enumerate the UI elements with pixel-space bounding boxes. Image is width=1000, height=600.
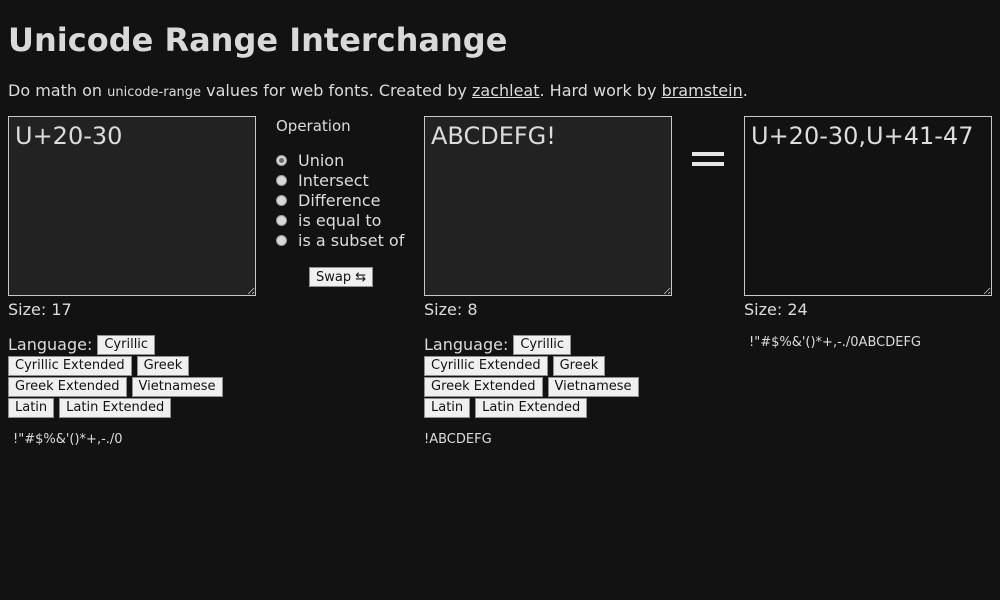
helper-link[interactable]: bramstein: [662, 81, 743, 100]
creator-link[interactable]: zachleat: [472, 81, 540, 100]
equal-label: is equal to: [298, 210, 382, 230]
intro-text: Do math on unicode-range values for web …: [8, 80, 748, 104]
intersect-label: Intersect: [298, 170, 369, 190]
intro-mid2: . Hard work by: [539, 81, 662, 100]
right-chars-preview: !ABCDEFG: [424, 432, 492, 447]
right-language-group: Language: Cyrillic Cyrillic Extended Gre…: [424, 334, 664, 418]
right-range-input[interactable]: ABCDEFG!: [424, 116, 672, 296]
result-chars-preview: !"#$%&'()*+,-./0ABCDEFG: [749, 335, 921, 350]
subset-label: is a subset of: [298, 230, 405, 250]
operation-group: Operation Union Intersect Difference is …: [276, 116, 416, 250]
right-lang-latin-extended-button[interactable]: Latin Extended: [475, 397, 588, 418]
intro-suffix: .: [742, 81, 748, 100]
right-lang-cyrillic-button[interactable]: Cyrillic: [513, 334, 572, 355]
right-size-label: Size: 8: [424, 300, 478, 319]
union-radio[interactable]: [276, 154, 287, 166]
equal-radio[interactable]: [276, 214, 287, 226]
left-range-input[interactable]: U+20-30: [8, 116, 256, 296]
equals-icon: [692, 152, 724, 172]
intersect-radio[interactable]: [276, 174, 287, 186]
left-lang-cyrillic-button[interactable]: Cyrillic: [97, 334, 156, 355]
difference-label: Difference: [298, 190, 381, 210]
left-language-label: Language:: [8, 335, 93, 354]
left-lang-latin-extended-button[interactable]: Latin Extended: [59, 397, 172, 418]
result-size-label: Size: 24: [744, 300, 808, 319]
swap-button[interactable]: Swap ⇆: [309, 267, 374, 287]
left-lang-greek-button[interactable]: Greek: [136, 355, 190, 376]
page-title: Unicode Range Interchange: [8, 21, 508, 59]
operation-option-equal[interactable]: is equal to: [276, 210, 416, 230]
right-lang-greek-button[interactable]: Greek: [552, 355, 606, 376]
left-lang-greek-extended-button[interactable]: Greek Extended: [8, 376, 127, 397]
operation-option-intersect[interactable]: Intersect: [276, 170, 416, 190]
operation-option-difference[interactable]: Difference: [276, 190, 416, 210]
left-lang-latin-button[interactable]: Latin: [8, 397, 55, 418]
operation-legend: Operation: [276, 117, 351, 135]
subset-radio[interactable]: [276, 234, 287, 246]
right-lang-latin-button[interactable]: Latin: [424, 397, 471, 418]
operation-option-union[interactable]: Union: [276, 150, 416, 170]
operation-option-subset[interactable]: is a subset of: [276, 230, 416, 250]
right-lang-greek-extended-button[interactable]: Greek Extended: [424, 376, 543, 397]
left-lang-vietnamese-button[interactable]: Vietnamese: [131, 376, 223, 397]
intro-code-word: unicode-range: [107, 85, 202, 100]
difference-radio[interactable]: [276, 194, 287, 206]
result-range-output[interactable]: U+20-30,U+41-47: [744, 116, 992, 296]
intro-prefix: Do math on: [8, 81, 108, 100]
page: Unicode Range Interchange Do math on uni…: [0, 0, 1000, 600]
right-lang-vietnamese-button[interactable]: Vietnamese: [547, 376, 639, 397]
intro-middle: values for web fonts. Created by: [201, 81, 472, 100]
union-label: Union: [298, 150, 345, 170]
left-lang-cyrillic-extended-button[interactable]: Cyrillic Extended: [8, 355, 132, 376]
left-language-group: Language: Cyrillic Cyrillic Extended Gre…: [8, 334, 248, 418]
left-chars-preview: !"#$%&'()*+,-./0: [13, 432, 123, 447]
left-size-label: Size: 17: [8, 300, 72, 319]
right-language-label: Language:: [424, 335, 509, 354]
right-lang-cyrillic-extended-button[interactable]: Cyrillic Extended: [424, 355, 548, 376]
